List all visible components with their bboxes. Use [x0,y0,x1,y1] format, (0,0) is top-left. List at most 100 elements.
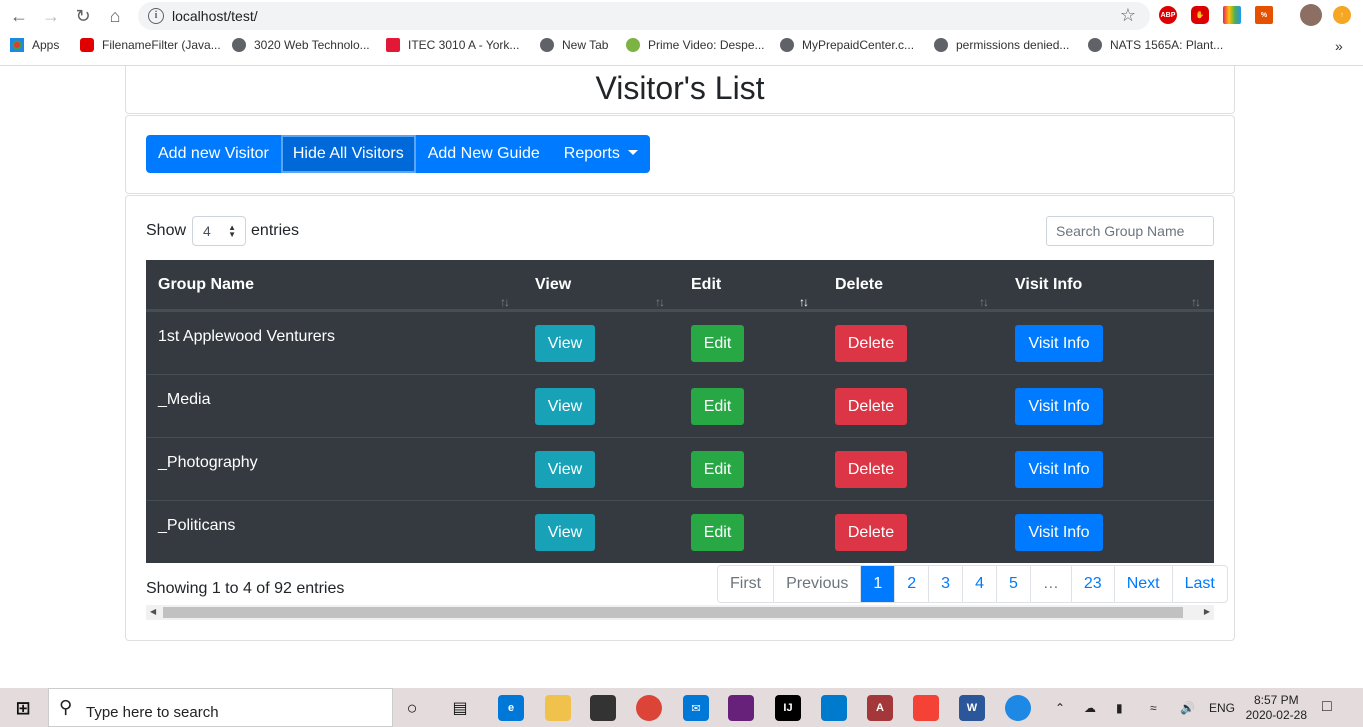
delete-button[interactable]: Delete [835,514,907,551]
chrome-icon[interactable] [636,695,662,721]
delete-button[interactable]: Delete [835,325,907,362]
visit-info-button[interactable]: Visit Info [1015,451,1103,488]
toolbar-button-group: Add new Visitor Hide All Visitors Add Ne… [146,135,650,173]
bookmark-myprepaid[interactable]: MyPrepaidCenter.c... [780,38,914,52]
table-header: Group Name ↑↓ View ↑↓ Edit ↑↓ Delete ↑↓ … [146,260,1214,311]
windows-taskbar: ⊞ ⚲ Type here to search ○ ▤ e ✉ IJ A W ⌃… [0,688,1363,727]
view-button[interactable]: View [535,388,595,425]
bookmark-filenamefilter[interactable]: FilenameFilter (Java... [80,38,221,52]
visitors-table: Group Name ↑↓ View ↑↓ Edit ↑↓ Delete ↑↓ … [146,260,1214,563]
update-icon[interactable]: ↑ [1333,6,1351,24]
visit-info-button[interactable]: Visit Info [1015,388,1103,425]
reload-icon[interactable]: ↻ [71,4,95,28]
visit-info-button[interactable]: Visit Info [1015,325,1103,362]
git-icon[interactable] [913,695,939,721]
stop-icon[interactable]: ✋ [1191,6,1209,24]
column-header-visit-info[interactable]: Visit Info ↑↓ [1003,260,1214,310]
bookmark-label: FilenameFilter (Java... [102,38,221,52]
table-card: Show 4 ▲ ▼ entries Search Group Name Grou… [125,195,1235,641]
adblock-icon[interactable]: ABP [1159,6,1177,24]
page-5-button[interactable]: 5 [995,566,1030,602]
page-4-button[interactable]: 4 [962,566,996,602]
intellij-icon[interactable]: IJ [775,695,801,721]
delete-button[interactable]: Delete [835,388,907,425]
previous-page-button[interactable]: Previous [773,566,860,602]
edit-button[interactable]: Edit [691,388,744,425]
bookmark-star-icon[interactable]: ☆ [1120,5,1136,26]
page-3-button[interactable]: 3 [928,566,962,602]
file-explorer-icon[interactable] [545,695,571,721]
percent-extension-icon[interactable]: % [1255,6,1273,24]
column-header-delete[interactable]: Delete ↑↓ [823,260,1003,310]
group-name-cell: _Politicans [158,517,236,534]
bookmark-label: 3020 Web Technolo... [254,38,370,52]
volume-icon[interactable]: 🔊 [1180,701,1195,715]
bookmark-prime-video[interactable]: Prime Video: Despe... [626,38,765,52]
url-text[interactable]: localhost/test/ [172,8,258,24]
globe-icon [232,38,246,52]
mail-icon[interactable]: ✉ [683,695,709,721]
access-icon[interactable]: A [867,695,893,721]
add-visitor-button[interactable]: Add new Visitor [146,135,281,173]
word-icon[interactable]: W [959,695,985,721]
visual-studio-icon[interactable] [728,695,754,721]
battery-icon[interactable]: ▮ [1116,701,1123,715]
store-icon[interactable] [590,695,616,721]
windows-start-icon[interactable]: ⊞ [10,695,36,721]
search-input[interactable]: Search Group Name [1046,216,1214,246]
column-header-view[interactable]: View ↑↓ [523,260,679,310]
bookmark-nats[interactable]: NATS 1565A: Plant... [1088,38,1223,52]
scrollbar-thumb[interactable] [163,607,1183,618]
scroll-right-icon[interactable]: ▶ [1204,607,1210,616]
cortana-icon[interactable]: ○ [399,695,425,721]
view-button[interactable]: View [535,325,595,362]
column-header-group-name[interactable]: Group Name ↑↓ [146,260,523,310]
last-page-button[interactable]: Last [1171,566,1227,602]
bookmark-web-tech[interactable]: 3020 Web Technolo... [232,38,370,52]
page-2-button[interactable]: 2 [894,566,928,602]
edit-button[interactable]: Edit [691,325,744,362]
delete-button[interactable]: Delete [835,451,907,488]
clock[interactable]: 8:57 PM 2020-02-28 [1246,693,1307,723]
bookmark-apps[interactable]: Apps [10,38,59,52]
cloud-icon[interactable]: ☁ [1084,701,1096,715]
home-icon[interactable]: ⌂ [103,4,127,28]
bookmark-itec[interactable]: ITEC 3010 A - York... [386,38,519,52]
bookmark-new-tab[interactable]: New Tab [540,38,608,52]
wifi-icon[interactable]: ≈ [1150,701,1157,715]
profile-avatar[interactable] [1300,4,1322,26]
taskbar-search-box[interactable]: ⚲ Type here to search [48,688,393,727]
vscode-icon[interactable] [821,695,847,721]
forward-arrow-icon[interactable]: → [39,4,63,28]
scroll-left-icon[interactable]: ◀ [150,607,156,616]
address-bar[interactable]: i localhost/test/ ☆ [138,2,1150,30]
edit-button[interactable]: Edit [691,514,744,551]
back-arrow-icon[interactable]: ← [7,4,31,28]
page-23-button[interactable]: 23 [1070,566,1114,602]
view-button[interactable]: View [535,451,595,488]
visit-info-button[interactable]: Visit Info [1015,514,1103,551]
next-page-button[interactable]: Next [1113,566,1172,602]
globe-icon [540,38,554,52]
language-indicator[interactable]: ENG [1209,701,1235,715]
color-extension-icon[interactable] [1223,6,1241,24]
bookmark-permissions[interactable]: permissions denied... [934,38,1069,52]
hide-visitors-button[interactable]: Hide All Visitors [280,135,416,173]
chevron-up-icon[interactable]: ⌃ [1055,701,1065,715]
first-page-button[interactable]: First [718,566,773,602]
task-view-icon[interactable]: ▤ [447,695,473,721]
app-icon[interactable] [1005,695,1031,721]
column-header-edit[interactable]: Edit ↑↓ [679,260,823,310]
edge-icon[interactable]: e [498,695,524,721]
edit-button[interactable]: Edit [691,451,744,488]
notifications-icon[interactable]: □ [1322,698,1332,716]
horizontal-scrollbar[interactable]: ◀ ▶ [146,605,1214,620]
group-name-cell: _Media [158,391,211,408]
view-button[interactable]: View [535,514,595,551]
add-guide-button[interactable]: Add New Guide [416,135,552,173]
info-icon[interactable]: i [148,8,164,24]
more-bookmarks-button[interactable]: » [1335,38,1343,54]
page-1-button[interactable]: 1 [860,566,895,602]
entries-select[interactable]: 4 ▲ ▼ [192,216,247,246]
reports-dropdown[interactable]: Reports [552,135,650,173]
